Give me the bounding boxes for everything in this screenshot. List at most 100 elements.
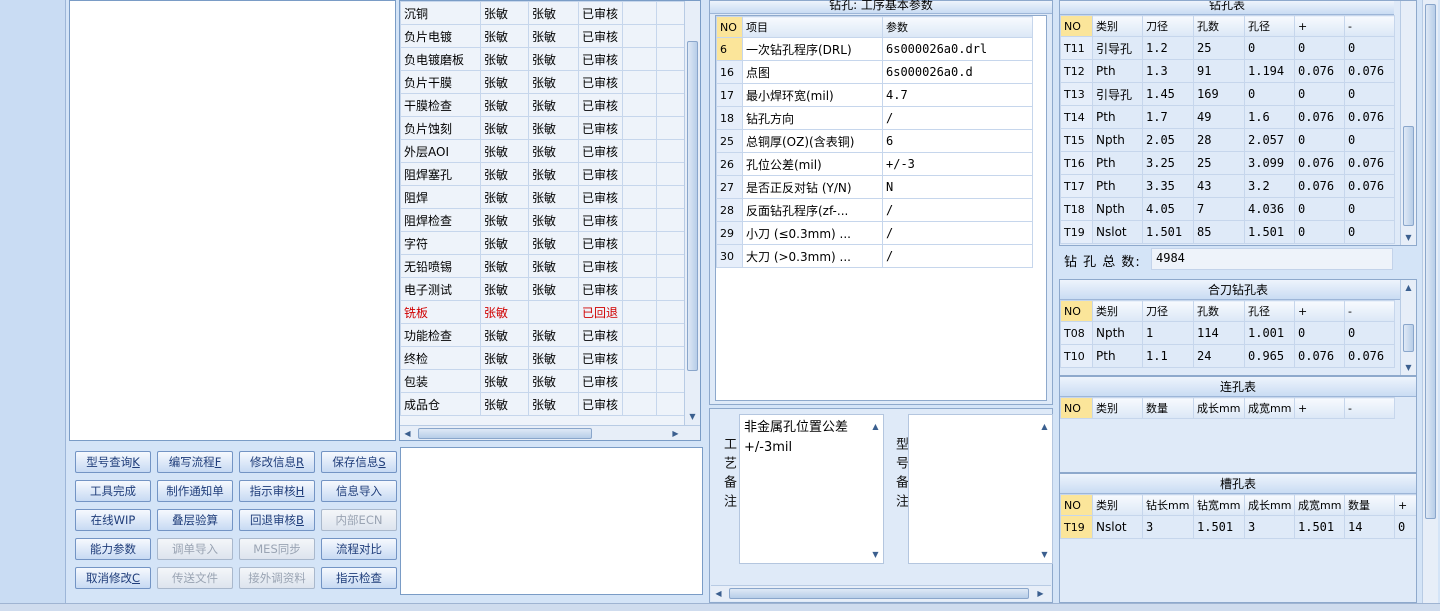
- table-row[interactable]: 外层AOI 张敏 张敏 已审核: [400, 139, 685, 163]
- process-list-hscrollbar[interactable]: ◀ ▶: [400, 425, 700, 440]
- scroll-right-arrow-icon[interactable]: ▶: [668, 426, 683, 440]
- drill-table-vscrollbar[interactable]: ▼: [1400, 1, 1416, 245]
- action-button-6[interactable]: 指示审核H: [239, 480, 315, 502]
- table-row[interactable]: T08 Npth 1 114 1.001 0 0: [1060, 321, 1395, 345]
- main-vscrollbar[interactable]: [1422, 0, 1438, 603]
- table-row[interactable]: T18 Npth 4.05 7 4.036 0 0: [1060, 197, 1395, 221]
- column-header[interactable]: -: [1344, 397, 1395, 419]
- table-row[interactable]: 沉铜 张敏 张敏 已审核: [400, 1, 685, 25]
- column-header[interactable]: 刀径: [1142, 300, 1194, 322]
- process-list-vscrollbar[interactable]: ▼: [684, 1, 700, 425]
- action-button-15[interactable]: 流程对比: [321, 538, 397, 560]
- scroll-down-arrow-icon[interactable]: ▼: [685, 409, 700, 424]
- action-button-10[interactable]: 回退审核B: [239, 509, 315, 531]
- table-row[interactable]: 27 是否正反对钻 (Y/N) N: [716, 175, 1033, 199]
- table-row[interactable]: 17 最小焊环宽(mil) 4.7: [716, 83, 1033, 107]
- table-row[interactable]: T19 Nslot 3 1.501 3 1.501 14 0: [1060, 515, 1416, 539]
- param-value-cell[interactable]: 4.7: [882, 83, 1033, 107]
- param-value-cell[interactable]: N: [882, 175, 1033, 199]
- table-row[interactable]: 阻焊 张敏 张敏 已审核: [400, 185, 685, 209]
- action-button-4[interactable]: 工具完成: [75, 480, 151, 502]
- table-row[interactable]: 无铅喷锡 张敏 张敏 已审核: [400, 254, 685, 278]
- table-row[interactable]: 负片电镀 张敏 张敏 已审核: [400, 24, 685, 48]
- table-row[interactable]: 29 小刀 (≤0.3mm) ... /: [716, 221, 1033, 245]
- column-header[interactable]: +: [1394, 494, 1416, 516]
- combo-table-vscrollbar[interactable]: ▲ ▼: [1400, 280, 1416, 375]
- table-row[interactable]: 负片干膜 张敏 张敏 已审核: [400, 70, 685, 94]
- table-row[interactable]: 字符 张敏 张敏 已审核: [400, 231, 685, 255]
- drill-total-field[interactable]: 4984: [1151, 248, 1393, 270]
- column-header[interactable]: 类别: [1092, 494, 1143, 516]
- scroll-thumb[interactable]: [1403, 126, 1414, 226]
- table-row[interactable]: 成品仓 张敏 张敏 已审核: [400, 392, 685, 416]
- scroll-up-arrow-icon[interactable]: ▲: [1037, 419, 1052, 434]
- column-header[interactable]: 成长mm: [1193, 397, 1245, 419]
- column-header[interactable]: 刀径: [1142, 15, 1194, 37]
- column-header[interactable]: -: [1344, 300, 1395, 322]
- table-row[interactable]: 30 大刀 (>0.3mm) ... /: [716, 244, 1033, 268]
- scroll-thumb[interactable]: [1403, 324, 1414, 352]
- action-button-9[interactable]: 叠层验算: [157, 509, 233, 531]
- table-row[interactable]: T16 Pth 3.25 25 3.099 0.076 0.076: [1060, 151, 1395, 175]
- column-header[interactable]: 孔径: [1244, 15, 1295, 37]
- action-button-18[interactable]: 接外调资料: [239, 567, 315, 589]
- table-row[interactable]: T17 Pth 3.35 43 3.2 0.076 0.076: [1060, 174, 1395, 198]
- column-header[interactable]: 成宽mm: [1244, 397, 1295, 419]
- table-row[interactable]: 干膜检查 张敏 张敏 已审核: [400, 93, 685, 117]
- column-header[interactable]: 类别: [1092, 15, 1143, 37]
- action-button-12[interactable]: 能力参数: [75, 538, 151, 560]
- action-button-5[interactable]: 制作通知单: [157, 480, 233, 502]
- action-button-1[interactable]: 编写流程F: [157, 451, 233, 473]
- column-header[interactable]: NO: [1060, 397, 1093, 419]
- hscroll-thumb[interactable]: [418, 428, 592, 439]
- tree-panel[interactable]: [69, 0, 396, 441]
- model-remark-box[interactable]: ▲ ▼: [908, 414, 1053, 564]
- param-value-cell[interactable]: 6: [882, 129, 1033, 153]
- scroll-thumb[interactable]: [1425, 4, 1436, 519]
- scroll-down-arrow-icon[interactable]: ▼: [1037, 547, 1052, 562]
- scroll-down-arrow-icon[interactable]: ▼: [868, 547, 883, 562]
- action-button-2[interactable]: 修改信息R: [239, 451, 315, 473]
- table-row[interactable]: 阻焊塞孔 张敏 张敏 已审核: [400, 162, 685, 186]
- column-header[interactable]: NO: [1060, 494, 1093, 516]
- column-header[interactable]: 成长mm: [1244, 494, 1295, 516]
- action-button-3[interactable]: 保存信息S: [321, 451, 397, 473]
- table-row[interactable]: T13 引导孔 1.45 169 0 0 0: [1060, 82, 1395, 106]
- param-value-cell[interactable]: /: [882, 106, 1033, 130]
- scroll-up-arrow-icon[interactable]: ▲: [868, 419, 883, 434]
- action-button-7[interactable]: 信息导入: [321, 480, 397, 502]
- action-button-17[interactable]: 传送文件: [157, 567, 233, 589]
- table-row[interactable]: 16 点图 6s000026a0.d: [716, 60, 1033, 84]
- table-row[interactable]: T15 Npth 2.05 28 2.057 0 0: [1060, 128, 1395, 152]
- column-header[interactable]: NO: [1060, 300, 1093, 322]
- column-header[interactable]: 数量: [1142, 397, 1194, 419]
- table-row[interactable]: 26 孔位公差(mil) +/-3: [716, 152, 1033, 176]
- column-header[interactable]: 孔数: [1193, 15, 1245, 37]
- param-value-cell[interactable]: 6s000026a0.d: [882, 60, 1033, 84]
- column-header[interactable]: -: [1344, 15, 1395, 37]
- param-value-cell[interactable]: +/-3: [882, 152, 1033, 176]
- table-row[interactable]: T12 Pth 1.3 91 1.194 0.076 0.076: [1060, 59, 1395, 83]
- table-row[interactable]: 铣板 张敏 已回退: [400, 300, 685, 324]
- table-row[interactable]: T10 Pth 1.1 24 0.965 0.076 0.076: [1060, 344, 1395, 368]
- column-header[interactable]: 孔径: [1244, 300, 1295, 322]
- action-button-8[interactable]: 在线WIP: [75, 509, 151, 531]
- scroll-up-arrow-icon[interactable]: ▲: [1401, 280, 1416, 295]
- column-header[interactable]: 成宽mm: [1294, 494, 1345, 516]
- action-button-11[interactable]: 内部ECN: [321, 509, 397, 531]
- table-row[interactable]: 负电镀磨板 张敏 张敏 已审核: [400, 47, 685, 71]
- column-header[interactable]: 钻宽mm: [1193, 494, 1245, 516]
- scroll-thumb[interactable]: [687, 41, 698, 371]
- column-header[interactable]: +: [1294, 397, 1345, 419]
- column-header[interactable]: 类别: [1092, 397, 1143, 419]
- hscroll-thumb[interactable]: [729, 588, 1029, 599]
- column-header[interactable]: 孔数: [1193, 300, 1245, 322]
- table-row[interactable]: 阻焊检查 张敏 张敏 已审核: [400, 208, 685, 232]
- action-button-0[interactable]: 型号查询K: [75, 451, 151, 473]
- param-value-cell[interactable]: /: [882, 198, 1033, 222]
- action-button-19[interactable]: 指示检查: [321, 567, 397, 589]
- table-row[interactable]: 负片蚀刻 张敏 张敏 已审核: [400, 116, 685, 140]
- process-remark-box[interactable]: 非金属孔位置公差+/-3mil ▲ ▼: [739, 414, 884, 564]
- remarks-hscrollbar[interactable]: ◀ ▶: [711, 585, 1051, 601]
- param-value-cell[interactable]: /: [882, 221, 1033, 245]
